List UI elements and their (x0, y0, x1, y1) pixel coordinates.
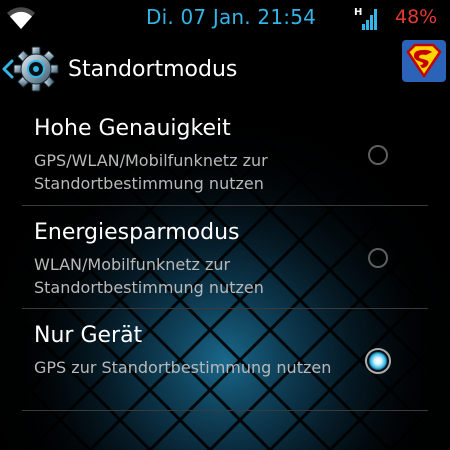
option-title: Energiesparmodus (34, 220, 240, 245)
network-type-label: H (354, 7, 362, 18)
status-clock: Di. 07 Jan. 21:54 (146, 5, 317, 29)
divider (22, 205, 428, 206)
cell-signal-icon: H (354, 7, 377, 30)
option-high-accuracy[interactable]: Hohe Genauigkeit GPS/WLAN/Mobilfunknetz … (0, 104, 450, 208)
option-summary: WLAN/Mobilfunknetz zur Standortbestimmun… (34, 255, 264, 297)
screen: Di. 07 Jan. 21:54 H 48% Standortmodus Ho… (0, 0, 450, 450)
option-battery-saving[interactable]: Energiesparmodus WLAN/Mobilfunknetz zur … (0, 208, 450, 312)
settings-gear-icon[interactable] (2, 44, 64, 94)
battery-percentage: 48% (395, 6, 438, 28)
option-summary: GPS zur Standortbestimmung nutzen (34, 358, 332, 377)
radio-button-unchecked[interactable] (368, 248, 388, 268)
option-title: Hohe Genauigkeit (34, 116, 231, 141)
radio-button-checked[interactable] (365, 348, 391, 374)
option-summary: GPS/WLAN/Mobilfunknetz zur Standortbesti… (34, 151, 268, 193)
option-device-only[interactable]: Nur Gerät GPS zur Standortbestimmung nut… (0, 311, 450, 415)
radio-button-unchecked[interactable] (368, 145, 388, 165)
option-title: Nur Gerät (34, 323, 143, 348)
status-bar: Di. 07 Jan. 21:54 H 48% (0, 0, 450, 36)
divider (22, 410, 428, 411)
back-chevron-icon (2, 59, 14, 79)
superman-icon[interactable] (402, 40, 446, 82)
action-bar: Standortmodus (0, 36, 450, 104)
wifi-icon (7, 7, 35, 29)
page-title: Standortmodus (68, 57, 238, 82)
divider (22, 308, 428, 309)
